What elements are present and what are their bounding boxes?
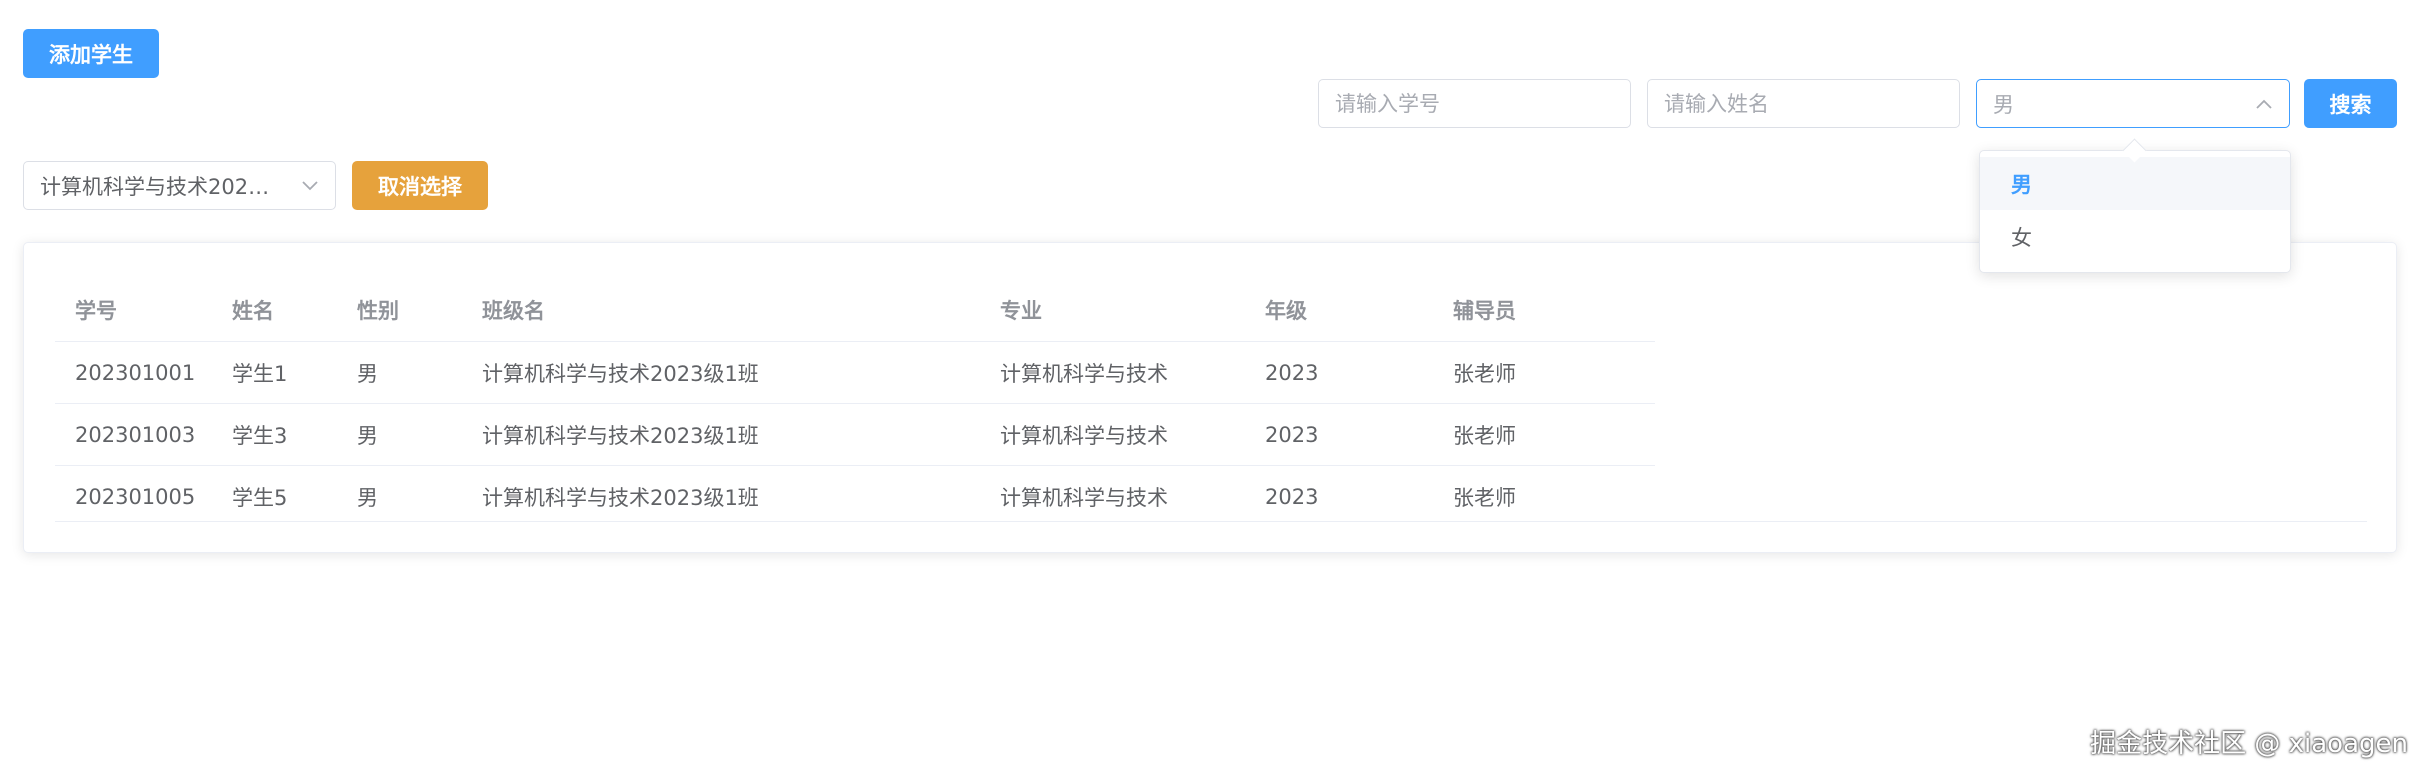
cell-student-id: 202301001: [55, 341, 212, 404]
gender-option-female[interactable]: 女: [1980, 210, 2290, 263]
column-header-name: 姓名: [212, 279, 337, 342]
column-header-class: 班级名: [462, 279, 980, 342]
cell-class: 计算机科学与技术2023级1班: [462, 341, 980, 404]
cell-gender: 男: [337, 341, 462, 404]
search-button[interactable]: 搜索: [2304, 79, 2397, 128]
student-table: 学号 姓名 性别 班级名 专业 年级 辅导员 202301001 学生1 男 计…: [55, 279, 1655, 527]
cell-grade: 2023: [1245, 341, 1433, 404]
name-input[interactable]: [1647, 79, 1960, 128]
cell-major: 计算机科学与技术: [980, 403, 1245, 466]
chevron-down-icon: [301, 177, 319, 195]
chevron-up-icon: [2255, 95, 2273, 113]
cell-name: 学生1: [212, 341, 337, 404]
cell-gender: 男: [337, 403, 462, 466]
add-student-button[interactable]: 添加学生: [23, 29, 159, 78]
column-header-grade: 年级: [1245, 279, 1433, 342]
column-header-counselor: 辅导员: [1433, 279, 1655, 342]
cell-name: 学生3: [212, 403, 337, 466]
cell-student-id: 202301005: [75, 484, 196, 509]
column-header-gender: 性别: [337, 279, 462, 342]
table-row[interactable]: 202301003 学生3 男 计算机科学与技术2023级1班 计算机科学与技术…: [55, 403, 1655, 466]
table-bottom-divider: [55, 521, 2367, 522]
gender-select-value: 男: [1993, 92, 2014, 117]
gender-select[interactable]: 男: [1976, 79, 2290, 128]
cell-gender: 男: [357, 485, 378, 510]
cell-class: 计算机科学与技术2023级1班: [482, 485, 759, 510]
cell-student-id: 202301003: [55, 403, 212, 466]
cell-counselor: 张老师: [1433, 341, 1655, 404]
class-select-value: 计算机科学与技术202…: [40, 174, 270, 199]
student-id-input[interactable]: [1318, 79, 1631, 128]
student-table-card: 学号 姓名 性别 班级名 专业 年级 辅导员 202301001 学生1 男 计…: [23, 242, 2397, 553]
table-row[interactable]: 202301001 学生1 男 计算机科学与技术2023级1班 计算机科学与技术…: [55, 341, 1655, 404]
column-header-major: 专业: [980, 279, 1245, 342]
column-header-student-id: 学号: [55, 279, 212, 342]
cell-grade: 2023: [1265, 484, 1319, 509]
cell-major: 计算机科学与技术: [1000, 485, 1168, 510]
class-select[interactable]: 计算机科学与技术202…: [23, 161, 336, 210]
table-header-row: 学号 姓名 性别 班级名 专业 年级 辅导员: [55, 279, 1655, 342]
cell-major: 计算机科学与技术: [980, 341, 1245, 404]
watermark: 掘金技术社区 @ xiaoagen: [2090, 729, 2408, 759]
table-row[interactable]: 202301005 学生5 男 计算机科学与技术2023级1班 计算机科学与技术…: [55, 466, 1655, 528]
cancel-selection-button[interactable]: 取消选择: [352, 161, 488, 210]
cell-class: 计算机科学与技术2023级1班: [462, 403, 980, 466]
gender-option-male[interactable]: 男: [1980, 157, 2290, 210]
cell-grade: 2023: [1245, 403, 1433, 466]
gender-dropdown-menu: 男 女: [1979, 138, 2291, 273]
cell-counselor: 张老师: [1433, 403, 1655, 466]
cell-name: 学生5: [232, 485, 288, 510]
cell-counselor: 张老师: [1453, 485, 1516, 510]
